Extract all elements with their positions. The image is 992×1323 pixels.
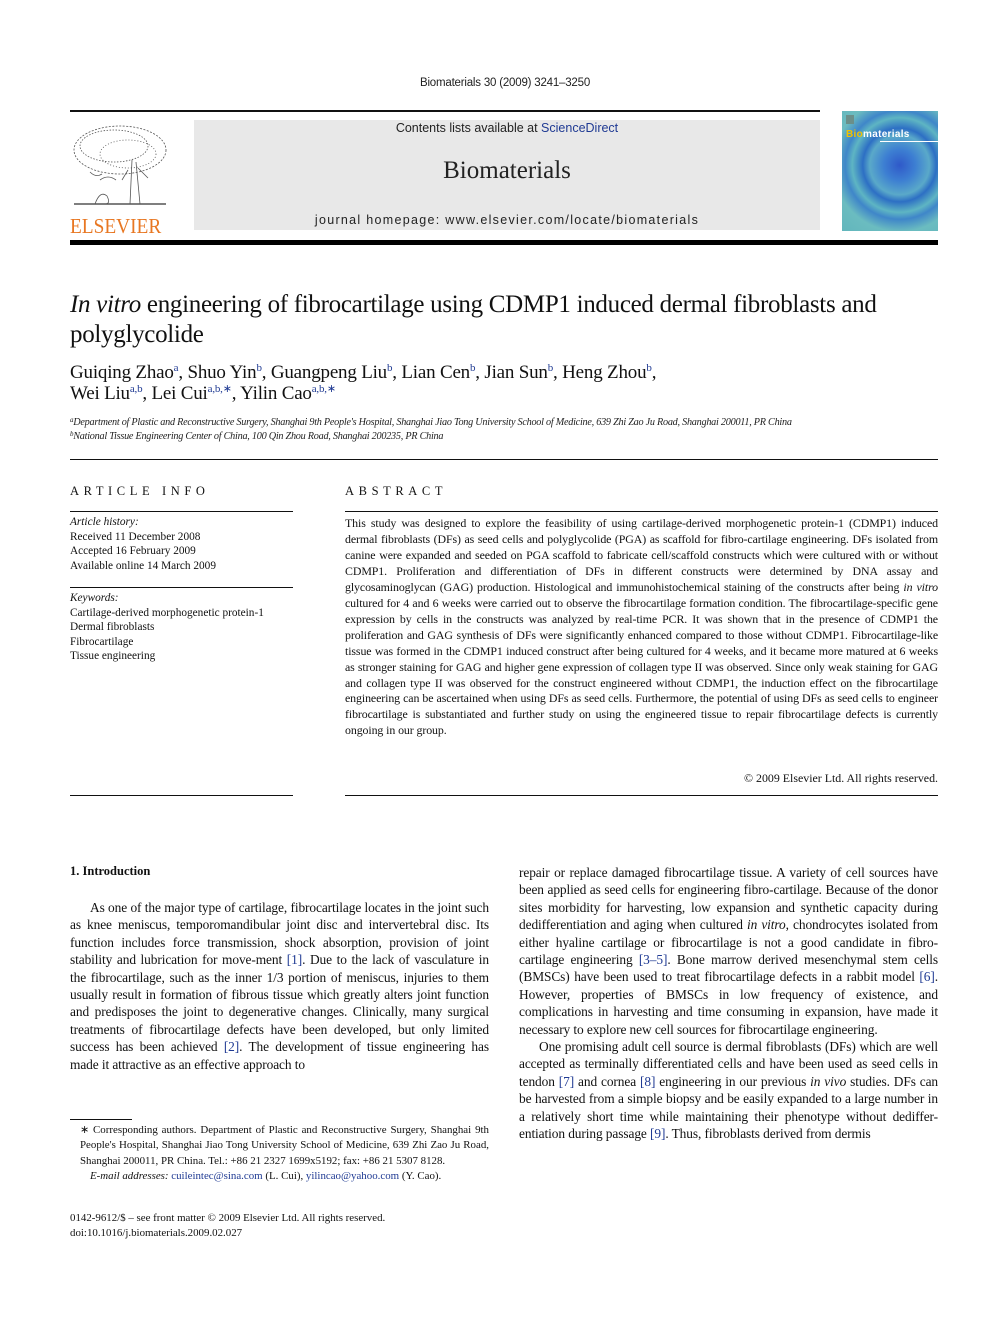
footnote-rule — [70, 1119, 132, 1120]
title-rest: engineering of fibrocartilage using CDMP… — [70, 291, 877, 348]
abstract-copyright: © 2009 Elsevier Ltd. All rights reserved… — [744, 771, 938, 785]
keyword: Cartilage-derived morphogenetic protein-… — [70, 606, 264, 619]
affiliation-rule — [70, 459, 938, 460]
online-date: Available online 14 March 2009 — [70, 559, 216, 572]
affiliation-b: bNational Tissue Engineering Center of C… — [70, 430, 444, 443]
contents-prefix: Contents lists available at — [395, 121, 542, 135]
article-info-rule — [70, 795, 293, 796]
author-list: Guiqing Zhaoa, Shuo Yinb, Guangpeng Liub… — [70, 362, 657, 404]
title-italic: In vitro — [70, 291, 141, 318]
sciencedirect-link[interactable]: ScienceDirect — [541, 121, 618, 135]
journal-citation: Biomaterials 30 (2009) 3241–3250 — [419, 77, 591, 89]
front-matter: 0142-9612/$ – see front matter © 2009 El… — [70, 1211, 500, 1241]
article-info-rule — [70, 587, 293, 588]
accepted-date: Accepted 16 February 2009 — [70, 545, 196, 558]
citation-link[interactable]: [6] — [919, 969, 934, 984]
doi-link[interactable]: doi:10.1016/j.biomaterials.2009.02.027 — [70, 1226, 500, 1241]
affiliation-a: aDepartment of Plastic and Reconstructiv… — [70, 416, 792, 429]
abstract-rule — [345, 511, 938, 512]
email-line: E-mail addresses: cuileintec@sina.com (L… — [90, 1170, 442, 1183]
cover-publisher-icon — [846, 115, 854, 124]
issn-line: 0142-9612/$ – see front matter © 2009 El… — [70, 1212, 386, 1224]
cover-rule — [880, 141, 938, 142]
received-date: Received 11 December 2008 — [70, 530, 201, 543]
keyword: Tissue engineering — [70, 650, 156, 663]
contents-line: Contents lists available at ScienceDirec… — [194, 121, 820, 135]
cover-title: Biomaterials — [846, 129, 910, 140]
citation-link[interactable]: [7] — [559, 1074, 574, 1089]
article-info-rule — [70, 511, 293, 512]
header-rule — [70, 110, 820, 112]
keyword: Fibrocartilage — [70, 635, 134, 648]
citation-link[interactable]: [8] — [640, 1074, 655, 1089]
article-info-heading: ARTICLE INFO — [70, 484, 210, 498]
author[interactable]: Guangpeng Liub — [271, 362, 393, 383]
elsevier-tree-icon — [73, 125, 167, 205]
email-link[interactable]: cuileintec@sina.com — [171, 1170, 262, 1182]
journal-name: Biomaterials — [443, 157, 571, 184]
article-title: In vitro engineering of fibrocartilage u… — [70, 290, 940, 350]
author[interactable]: Heng Zhoub — [562, 362, 652, 383]
abstract-body: This study was designed to explore the f… — [345, 516, 938, 738]
author[interactable]: Yilin Caoa,b,∗ — [240, 383, 336, 404]
author[interactable]: Jian Sunb — [484, 362, 553, 383]
author[interactable]: Wei Liua,b — [70, 383, 143, 404]
keywords-label: Keywords: — [70, 592, 119, 604]
elsevier-logo[interactable]: ELSEVIER — [70, 120, 172, 237]
corresponding-author-footnote: ∗ Corresponding authors. Department of P… — [70, 1123, 489, 1185]
affiliations: aDepartment of Plastic and Reconstructiv… — [70, 416, 940, 444]
paragraph: As one of the major type of cartilage, f… — [70, 900, 490, 1072]
footnote-text: ∗ Corresponding authors. Department of P… — [80, 1124, 489, 1167]
abstract-heading: ABSTRACT — [345, 484, 448, 498]
journal-homepage-link[interactable]: journal homepage: www.elsevier.com/locat… — [194, 213, 820, 227]
body-column-right: repair or replace damaged fibrocartilage… — [519, 864, 938, 1143]
author[interactable]: Lian Cenb — [401, 362, 475, 383]
citation-link[interactable]: [2] — [224, 1039, 239, 1054]
paragraph: repair or replace damaged fibrocartilage… — [519, 865, 938, 1037]
paragraph: One promising adult cell source is derma… — [519, 1039, 939, 1142]
citation-link[interactable]: [9] — [650, 1126, 665, 1141]
history-label: Article history: — [70, 516, 139, 528]
journal-cover-image[interactable]: Biomaterials — [842, 111, 938, 231]
header-thick-rule — [70, 240, 938, 245]
abstract-rule — [345, 795, 938, 796]
article-history: Article history: Received 11 December 20… — [70, 515, 300, 573]
keyword: Dermal fibroblasts — [70, 621, 155, 634]
elsevier-wordmark: ELSEVIER — [70, 214, 162, 238]
author[interactable]: Shuo Yinb — [187, 362, 261, 383]
keywords: Keywords: Cartilage-derived morphogeneti… — [70, 591, 300, 664]
section-heading-introduction: 1. Introduction — [70, 864, 151, 878]
journal-banner: Contents lists available at ScienceDirec… — [194, 120, 820, 230]
email-link[interactable]: yilincao@yahoo.com — [306, 1170, 399, 1182]
citation-link[interactable]: [3–5] — [639, 952, 668, 967]
author[interactable]: Lei Cuia,b,∗ — [152, 383, 232, 404]
citation-link[interactable]: [1] — [287, 952, 302, 967]
body-column-left: As one of the major type of cartilage, f… — [70, 899, 489, 1073]
author[interactable]: Guiqing Zhaoa — [70, 362, 179, 383]
